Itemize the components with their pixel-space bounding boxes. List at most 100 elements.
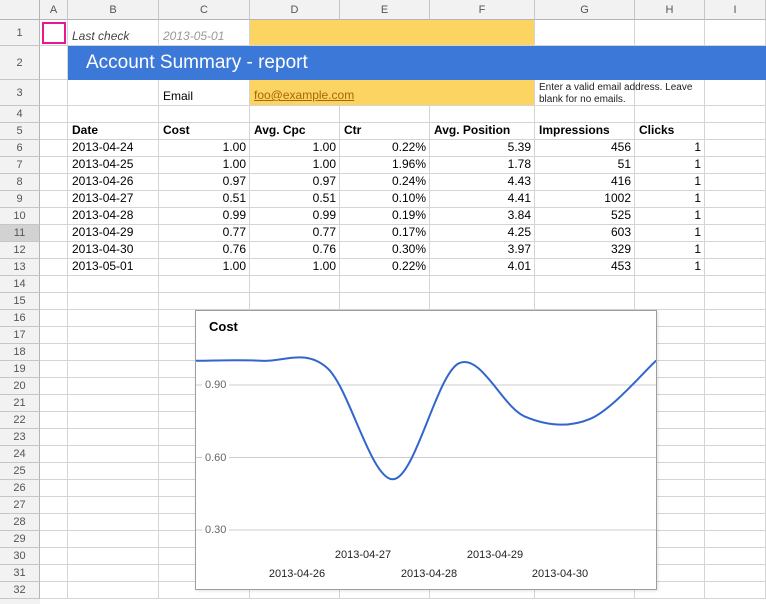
table-cell[interactable]: 4.01 [430,259,535,276]
table-cell[interactable]: 0.51 [159,191,250,208]
table-header-impressions[interactable]: Impressions [535,123,635,140]
table-cell[interactable]: 1.78 [430,157,535,174]
table-cell[interactable]: 1 [635,242,705,259]
table-cell[interactable]: 453 [535,259,635,276]
table-cell[interactable]: 329 [535,242,635,259]
column-header-C[interactable]: C [159,0,250,20]
table-cell[interactable]: 0.77 [250,225,340,242]
row-header-10[interactable]: 10 [0,208,40,225]
table-cell[interactable]: 0.17% [340,225,430,242]
row-header-12[interactable]: 12 [0,242,40,259]
table-cell[interactable]: 0.51 [250,191,340,208]
column-header-D[interactable]: D [250,0,340,20]
table-cell[interactable]: 1 [635,140,705,157]
table-cell[interactable]: 0.22% [340,140,430,157]
table-cell[interactable]: 4.25 [430,225,535,242]
table-cell[interactable]: 1.00 [250,259,340,276]
row-header-28[interactable]: 28 [0,514,40,531]
table-cell[interactable]: 416 [535,174,635,191]
table-cell[interactable]: 456 [535,140,635,157]
cell-last-check-value[interactable]: 2013-05-01 [159,20,250,46]
column-header-E[interactable]: E [340,0,430,20]
row-header-16[interactable]: 16 [0,310,40,327]
row-header-2[interactable]: 2 [0,46,40,80]
row-header-31[interactable]: 31 [0,565,40,582]
table-cell[interactable]: 3.84 [430,208,535,225]
row-header-15[interactable]: 15 [0,293,40,310]
table-header-cost[interactable]: Cost [159,123,250,140]
row-header-17[interactable]: 17 [0,327,40,344]
table-cell[interactable]: 0.76 [250,242,340,259]
row-header-22[interactable]: 22 [0,412,40,429]
table-cell[interactable]: 1.00 [250,157,340,174]
column-header-A[interactable]: A [40,0,68,20]
row-header-7[interactable]: 7 [0,157,40,174]
table-cell[interactable]: 1 [635,174,705,191]
column-header-I[interactable]: I [705,0,766,20]
email-input-cell[interactable]: foo@example.com [250,80,535,106]
row-header-20[interactable]: 20 [0,378,40,395]
table-cell[interactable]: 2013-04-25 [68,157,159,174]
row-header-5[interactable]: 5 [0,123,40,140]
table-cell[interactable]: 1 [635,225,705,242]
table-cell[interactable]: 2013-04-28 [68,208,159,225]
table-header-clicks[interactable]: Clicks [635,123,705,140]
column-header-H[interactable]: H [635,0,705,20]
table-cell[interactable]: 2013-04-26 [68,174,159,191]
table-cell[interactable]: 1.00 [159,157,250,174]
yellow-input-cell-row1[interactable] [250,20,535,46]
row-header-25[interactable]: 25 [0,463,40,480]
table-cell[interactable]: 0.76 [159,242,250,259]
table-cell[interactable]: 0.77 [159,225,250,242]
table-header-date[interactable]: Date [68,123,159,140]
table-cell[interactable]: 525 [535,208,635,225]
table-cell[interactable]: 1 [635,208,705,225]
table-cell[interactable]: 2013-04-30 [68,242,159,259]
report-title-banner[interactable]: Account Summary - report [68,46,766,80]
table-cell[interactable]: 51 [535,157,635,174]
row-header-6[interactable]: 6 [0,140,40,157]
row-header-13[interactable]: 13 [0,259,40,276]
table-header-ctr[interactable]: Ctr [340,123,430,140]
row-header-1[interactable]: 1 [0,20,40,46]
table-cell[interactable]: 0.97 [159,174,250,191]
table-cell[interactable]: 1002 [535,191,635,208]
table-cell[interactable]: 2013-04-29 [68,225,159,242]
table-cell[interactable]: 0.99 [159,208,250,225]
table-cell[interactable]: 2013-04-24 [68,140,159,157]
row-header-9[interactable]: 9 [0,191,40,208]
table-cell[interactable]: 0.24% [340,174,430,191]
table-cell[interactable]: 0.10% [340,191,430,208]
row-header-24[interactable]: 24 [0,446,40,463]
table-cell[interactable]: 0.97 [250,174,340,191]
row-header-3[interactable]: 3 [0,80,40,106]
row-header-8[interactable]: 8 [0,174,40,191]
table-cell[interactable]: 1.00 [250,140,340,157]
select-all-corner[interactable] [0,0,40,20]
row-header-11[interactable]: 11 [0,225,40,242]
table-cell[interactable]: 1 [635,191,705,208]
table-cell[interactable]: 1.00 [159,259,250,276]
row-header-18[interactable]: 18 [0,344,40,361]
table-cell[interactable]: 2013-04-27 [68,191,159,208]
row-header-30[interactable]: 30 [0,548,40,565]
table-cell[interactable]: 603 [535,225,635,242]
table-cell[interactable]: 0.19% [340,208,430,225]
table-cell[interactable]: 1 [635,259,705,276]
table-cell[interactable]: 1.96% [340,157,430,174]
row-header-14[interactable]: 14 [0,276,40,293]
row-header-27[interactable]: 27 [0,497,40,514]
table-cell[interactable]: 0.30% [340,242,430,259]
table-header-avg-position[interactable]: Avg. Position [430,123,535,140]
row-header-4[interactable]: 4 [0,106,40,123]
table-cell[interactable]: 1.00 [159,140,250,157]
row-header-23[interactable]: 23 [0,429,40,446]
table-cell[interactable]: 1 [635,157,705,174]
row-header-32[interactable]: 32 [0,582,40,599]
table-cell[interactable]: 3.97 [430,242,535,259]
table-cell[interactable]: 4.43 [430,174,535,191]
table-cell[interactable]: 0.22% [340,259,430,276]
cost-chart[interactable]: Cost 0.900.600.30 2013-04-262013-04-2720… [195,310,657,590]
table-cell[interactable]: 5.39 [430,140,535,157]
column-header-B[interactable]: B [68,0,159,20]
